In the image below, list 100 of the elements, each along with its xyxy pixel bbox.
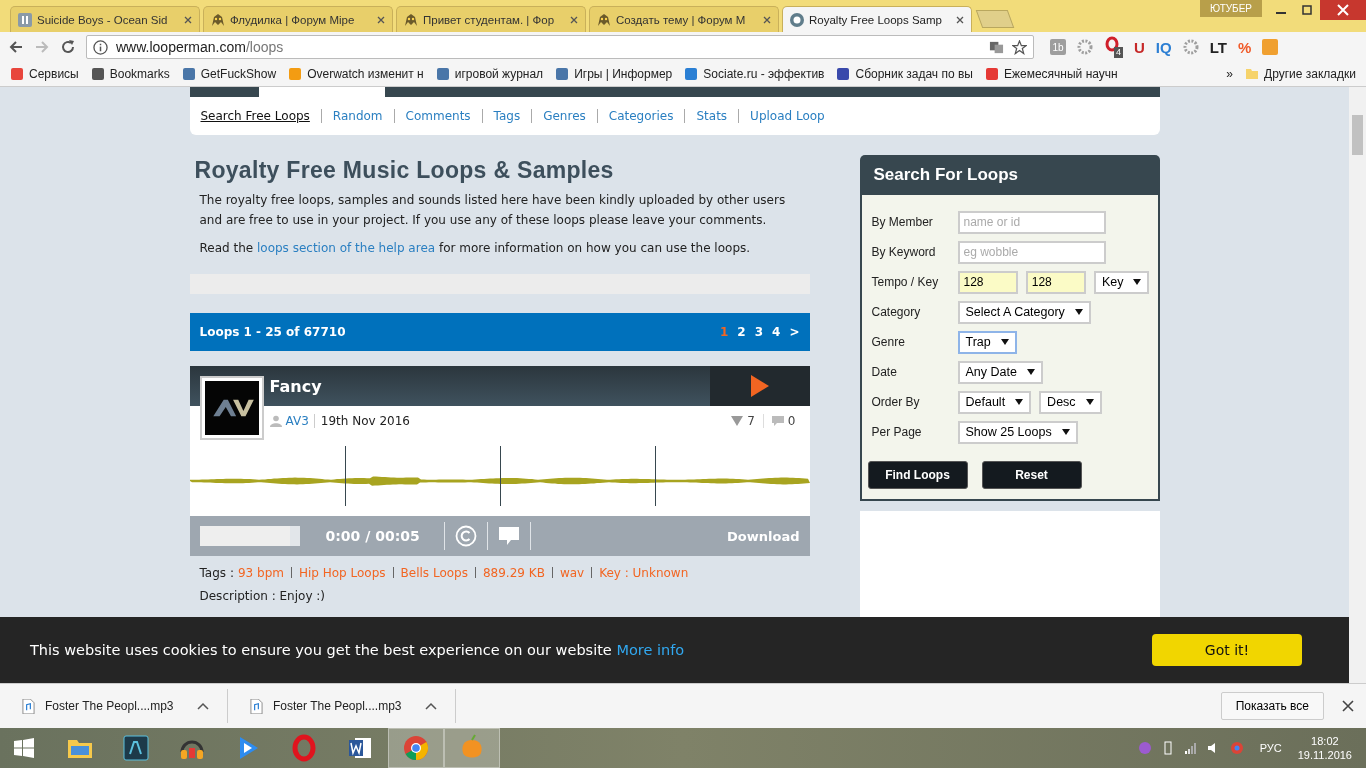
dropdown[interactable]: Trap [957, 330, 1017, 354]
more-info-link[interactable]: More info [616, 642, 685, 658]
clock[interactable]: 18:02 19.11.2016 [1297, 734, 1352, 762]
nav-link[interactable]: Upload Loop [750, 109, 825, 123]
close-icon[interactable] [183, 14, 193, 25]
bookmark[interactable]: Сервисы [10, 67, 79, 81]
folder-icon [1245, 67, 1260, 81]
back-icon[interactable] [8, 39, 24, 55]
browser-tab[interactable]: Suicide Boys - Ocean Sid [10, 6, 200, 32]
translate-icon[interactable] [989, 39, 1004, 55]
accept-button[interactable]: Got it! [1152, 634, 1302, 666]
bookmark[interactable]: GetFuckShow [181, 67, 277, 81]
nav-link[interactable]: Comments [405, 109, 471, 123]
browser-icon [402, 734, 430, 762]
bookmark[interactable]: Bookmarks [90, 67, 170, 81]
extension-button[interactable]: IQ [1155, 38, 1172, 56]
nav-link[interactable]: Random [332, 109, 383, 123]
nav-link[interactable]: Tags [493, 109, 521, 123]
dropdown[interactable]: Any Date [957, 360, 1043, 384]
bookmark[interactable]: игровой журнал [435, 67, 544, 81]
avatar[interactable] [199, 376, 264, 440]
play-icon [750, 375, 769, 397]
bookmark[interactable]: Сборник задач по вы [836, 67, 973, 81]
loop-date: 19th Nov 2016 [320, 414, 410, 428]
extension-button[interactable]: 4 [1104, 36, 1123, 58]
count-badge: 4 [1114, 47, 1123, 58]
star-icon[interactable] [1012, 39, 1027, 55]
download-item[interactable]: Foster The Peopl....mp3 [228, 689, 456, 723]
input-field[interactable]: 128 [1025, 270, 1086, 294]
bookmark[interactable]: Игры | Информер [555, 67, 673, 81]
field-label: Order By [871, 395, 921, 409]
caret-icon [1074, 309, 1083, 315]
creature-icon [403, 11, 419, 28]
play-button[interactable] [709, 366, 810, 406]
page-link[interactable]: > [789, 325, 800, 339]
scrollbar[interactable] [1349, 87, 1366, 683]
pause-icon [17, 11, 33, 28]
close-icon[interactable] [955, 14, 965, 25]
dropdown[interactable]: Key [1093, 270, 1150, 294]
nav-link[interactable]: Search Free Loops [200, 109, 310, 123]
dropdown[interactable]: Desc [1039, 390, 1102, 414]
more-bookmarks-button[interactable]: » [1226, 67, 1234, 81]
other-bookmarks-folder[interactable]: Другие закладки [1245, 67, 1356, 81]
page-link[interactable]: 3 [754, 325, 764, 339]
caret-icon [1133, 279, 1142, 285]
bookmark[interactable]: Sociate.ru - эффектив [684, 67, 825, 81]
download-count: 7 [747, 414, 755, 428]
bookmark[interactable]: Ежемесячный научн [984, 67, 1118, 81]
field-label: Per Page [871, 425, 923, 439]
browser-tab[interactable]: Привет студентам. | Фор [396, 6, 586, 32]
author-link[interactable]: AV3 [285, 414, 315, 428]
field-label: Tempo / Key [871, 275, 940, 289]
bookmark[interactable]: Overwatch изменит н [288, 67, 424, 81]
extension-button[interactable]: U [1134, 38, 1145, 56]
browser-tab[interactable]: Флудилка | Форум Mipe [203, 6, 393, 32]
close-icon[interactable] [376, 14, 386, 25]
download-item[interactable]: Foster The Peopl....mp3 [0, 689, 228, 723]
ring-icon [290, 734, 318, 762]
loop-title[interactable]: Fancy [269, 376, 322, 396]
windows-icon[interactable] [14, 738, 34, 758]
show-all-button[interactable]: Показать все [1220, 692, 1324, 720]
loop-description: Description : Enjoy :) [198, 589, 327, 603]
page-link[interactable]: 4 [772, 325, 781, 339]
logo-drawing [204, 381, 259, 435]
app-tile-icon [122, 734, 150, 762]
comment-icon [771, 415, 784, 427]
field-label: Category [871, 305, 922, 319]
chevron-icon[interactable] [425, 702, 437, 710]
audio-file-icon [250, 698, 263, 714]
address-bar[interactable]: www.looperman.com/loops [86, 35, 1034, 59]
creature-icon [210, 11, 226, 28]
close-icon[interactable] [762, 14, 772, 25]
audio-file-icon [22, 698, 35, 714]
browser-tab[interactable]: Royalty Free Loops Samp [782, 6, 972, 32]
reload-icon[interactable] [60, 39, 76, 55]
dropdown[interactable]: Default [957, 390, 1032, 414]
search-button[interactable]: Reset [981, 461, 1082, 489]
comment-count: 0 [787, 414, 796, 428]
close-icon[interactable] [1342, 700, 1354, 712]
caret-icon [1026, 369, 1035, 375]
signal-icon[interactable] [1183, 741, 1198, 755]
browser-tab[interactable]: Создать тему | Форум M [589, 6, 779, 32]
user-icon [269, 415, 282, 427]
nav-link[interactable]: Categories [608, 109, 674, 123]
page-link[interactable]: 2 [737, 325, 746, 339]
language-indicator[interactable]: РУС [1259, 742, 1282, 754]
nav-link[interactable]: Stats [696, 109, 728, 123]
caret-icon [1061, 429, 1070, 435]
dropdown[interactable]: Select A Category [957, 300, 1091, 324]
extension-button[interactable]: LT [1209, 38, 1227, 56]
input-field[interactable]: 128 [957, 270, 1018, 294]
chevron-icon[interactable] [197, 702, 209, 710]
nav-link[interactable]: Genres [543, 109, 586, 123]
close-icon[interactable] [1320, 0, 1366, 20]
field-label: Genre [871, 335, 906, 349]
dropdown[interactable]: Show 25 Loops [957, 420, 1078, 444]
search-button[interactable]: Find Loops [867, 461, 968, 489]
play-time: 0:00 / 00:05 [325, 528, 420, 544]
close-icon[interactable] [569, 14, 579, 25]
caret-icon [1000, 339, 1009, 345]
